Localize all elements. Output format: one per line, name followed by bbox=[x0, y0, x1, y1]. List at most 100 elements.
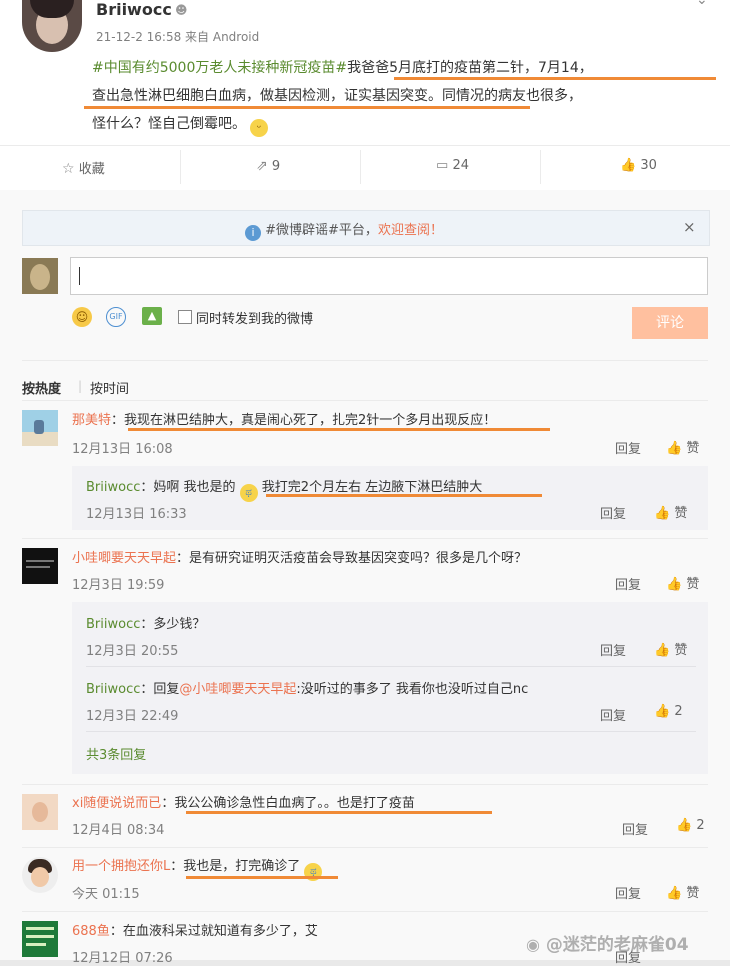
reply-username[interactable]: Briiwocc bbox=[86, 617, 140, 632]
weibo-logo-icon: ◉ bbox=[526, 935, 540, 954]
comment-input[interactable] bbox=[70, 257, 708, 295]
sort-by-time-tab[interactable]: 按时间 bbox=[90, 378, 129, 397]
reply-button[interactable]: 回复 bbox=[615, 438, 641, 457]
like-comment-button[interactable]: 👍 赞 bbox=[654, 502, 687, 521]
thumb-up-icon: 👍 bbox=[654, 506, 671, 521]
highlight-underline bbox=[266, 494, 542, 497]
thumb-up-icon: 👍 bbox=[666, 886, 683, 901]
comment-text: 那美特：我现在淋巴结肿大，真是闹心死了，扎完2针一个多月出现反应！ bbox=[72, 413, 497, 428]
post-meta: 21-12-2 16:58 来自 Android bbox=[96, 30, 260, 44]
divider bbox=[22, 911, 708, 912]
comment-time: 12月3日 19:59 bbox=[72, 578, 165, 593]
gif-icon[interactable]: GIF bbox=[106, 307, 126, 327]
comment-username[interactable]: 688鱼 bbox=[72, 924, 110, 939]
show-all-replies-link[interactable]: 共3条回复 bbox=[86, 744, 146, 763]
divider bbox=[360, 150, 361, 184]
reply-button[interactable]: 回复 bbox=[600, 705, 626, 724]
star-icon: ☆ bbox=[62, 161, 75, 177]
post-text-line3: 怪什么？怪自己倒霉吧。 ᵕ bbox=[92, 114, 268, 137]
reply-button[interactable]: 回复 bbox=[615, 574, 641, 593]
emoji-icon[interactable]: ☺ bbox=[72, 307, 92, 327]
comment-username[interactable]: 用一个拥抱还你L bbox=[72, 859, 170, 874]
more-chevron-icon[interactable]: ⌄ bbox=[696, 0, 708, 8]
topic-hashtag[interactable]: #中国有约5000万老人未接种新冠疫苗# bbox=[92, 60, 347, 76]
comment-time: 12月12日 07:26 bbox=[72, 951, 173, 966]
divider bbox=[22, 400, 708, 401]
reply-text: Briiwocc：多少钱？ bbox=[86, 617, 206, 632]
forward-checkbox[interactable] bbox=[178, 310, 192, 324]
grin-emoji-icon: ᵕ bbox=[250, 119, 268, 137]
watermark: ◉ @迷茫的老麻雀04 bbox=[526, 935, 689, 955]
reply-button[interactable]: 回复 bbox=[622, 819, 648, 838]
commenter-avatar[interactable] bbox=[22, 410, 58, 446]
forward-label: 同时转发到我的微博 bbox=[196, 312, 314, 327]
divider bbox=[22, 784, 708, 785]
comment-time: 12月13日 16:08 bbox=[72, 442, 173, 457]
text-cursor bbox=[79, 267, 80, 285]
like-comment-button[interactable]: 👍 赞 bbox=[654, 639, 687, 658]
divider bbox=[540, 150, 541, 184]
comment-text: 小哇唧要天天早起：是有研究证明灭活疫苗会导致基因突变吗？很多是几个呀？ bbox=[72, 551, 528, 566]
share-button[interactable]: ⇗ 9 bbox=[256, 158, 280, 174]
comment-text: xi随便说说而已：我公公确诊急性白血病了。。也是打了疫苗 bbox=[72, 796, 415, 811]
reply-time: 12月13日 16:33 bbox=[86, 507, 187, 522]
like-button[interactable]: 👍 30 bbox=[620, 158, 657, 173]
like-comment-button[interactable]: 👍 赞 bbox=[666, 882, 699, 901]
divider bbox=[22, 847, 708, 848]
like-comment-button[interactable]: 👍 赞 bbox=[666, 573, 699, 592]
notice-bar: i #微博辟谣#平台，欢迎查阅！ × bbox=[22, 210, 710, 246]
like-comment-button[interactable]: 👍 赞 bbox=[666, 437, 699, 456]
sort-by-hot-tab[interactable]: 按热度 bbox=[22, 378, 61, 397]
comment-username[interactable]: 那美特 bbox=[72, 413, 111, 428]
reply-button[interactable]: 回复 bbox=[600, 640, 626, 659]
like-comment-button[interactable]: 👍 2 bbox=[676, 818, 705, 833]
comment-icon: ▭ bbox=[436, 158, 449, 173]
divider bbox=[180, 150, 181, 184]
submit-comment-button[interactable]: 评论 bbox=[632, 307, 708, 339]
author-avatar[interactable] bbox=[22, 0, 82, 52]
comment-username[interactable]: 小哇唧要天天早起 bbox=[72, 551, 176, 566]
close-icon[interactable]: × bbox=[683, 218, 696, 236]
crying-emoji-icon: ಥ bbox=[239, 484, 258, 502]
comment-username[interactable]: xi随便说说而已 bbox=[72, 796, 161, 811]
highlight-underline bbox=[186, 811, 492, 814]
weibo-post-card: Briiwocc ☻ 21-12-2 16:58 来自 Android ⌄ #中… bbox=[0, 0, 730, 966]
thumb-up-icon: 👍 bbox=[676, 818, 693, 833]
reply-button[interactable]: 回复 bbox=[600, 503, 626, 522]
divider bbox=[22, 538, 708, 539]
reply-text: Briiwocc：回复@小哇唧要天天早起:没听过的事多了 我看你也没听过自己nc bbox=[86, 682, 529, 697]
thumb-up-icon: 👍 bbox=[654, 704, 671, 719]
like-comment-button[interactable]: 👍 2 bbox=[654, 704, 683, 719]
mention-link[interactable]: @小哇唧要天天早起 bbox=[179, 682, 296, 697]
info-icon: i bbox=[245, 225, 261, 241]
highlight-underline bbox=[186, 876, 338, 879]
reply-username[interactable]: Briiwocc bbox=[86, 480, 140, 495]
vip-badge-icon: ☻ bbox=[175, 3, 188, 17]
post-text-line1: #中国有约5000万老人未接种新冠疫苗#我爸爸5月底打的疫苗第二针，7月14， bbox=[92, 60, 593, 76]
image-icon[interactable]: ▲ bbox=[142, 307, 162, 325]
divider bbox=[86, 666, 696, 667]
comment-time: 今天 01:15 bbox=[72, 887, 140, 902]
comment-button[interactable]: ▭ 24 bbox=[436, 158, 469, 173]
divider bbox=[86, 731, 696, 732]
thumb-up-icon: 👍 bbox=[654, 643, 671, 658]
current-user-avatar[interactable] bbox=[22, 258, 58, 294]
favorite-button[interactable]: ☆ 收藏 bbox=[62, 158, 105, 177]
highlight-underline bbox=[128, 428, 550, 431]
commenter-avatar[interactable] bbox=[22, 921, 58, 957]
author-name[interactable]: Briiwocc bbox=[96, 0, 172, 19]
commenter-avatar[interactable] bbox=[22, 857, 58, 893]
notice-link[interactable]: 欢迎查阅！ bbox=[378, 223, 443, 238]
commenter-avatar[interactable] bbox=[22, 548, 58, 584]
reply-time: 12月3日 22:49 bbox=[86, 709, 179, 724]
commenter-avatar[interactable] bbox=[22, 794, 58, 830]
thumb-up-icon: 👍 bbox=[666, 441, 683, 456]
share-icon: ⇗ bbox=[256, 158, 268, 174]
reply-username[interactable]: Briiwocc bbox=[86, 682, 140, 697]
comment-text: 688鱼：在血液科呆过就知道有多少了，艾 bbox=[72, 924, 318, 939]
thumb-up-icon: 👍 bbox=[666, 577, 683, 592]
divider bbox=[22, 360, 708, 361]
sort-separator: | bbox=[78, 379, 83, 393]
reply-button[interactable]: 回复 bbox=[615, 883, 641, 902]
post-text-line2: 查出急性淋巴细胞白血病，做基因检测，证实基因突变。同情况的病友也很多， bbox=[92, 88, 582, 104]
